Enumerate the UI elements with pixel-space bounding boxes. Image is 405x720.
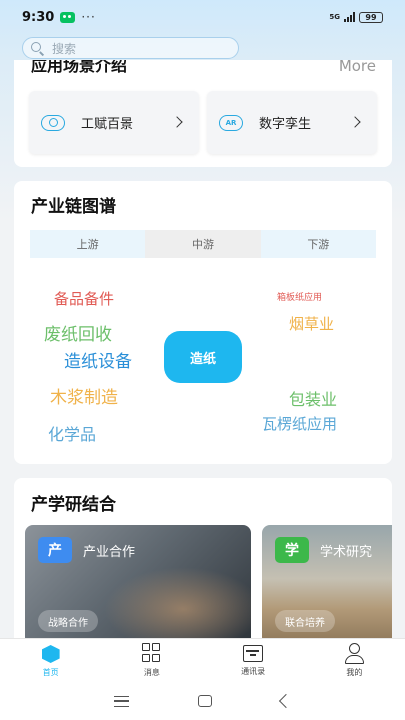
chain-tabs: 上游 中游 下游 (30, 230, 376, 258)
chain-word-tobacco[interactable]: 烟草业 (289, 313, 334, 334)
back-arrow-icon[interactable] (278, 693, 293, 709)
industry-chain-title: 产业链图谱 (31, 197, 116, 217)
research-card: 产学研结合 产 产业合作 战略合作 学 学术研究 联合培养 (14, 478, 392, 658)
tab-label: 首页 (42, 668, 59, 677)
chain-word-packaging[interactable]: 包装业 (289, 386, 337, 410)
bottom-tab-bar: 首页 消息 通讯录 我的 (0, 638, 405, 682)
search-icon (31, 41, 44, 55)
tab-messages[interactable]: 消息 (101, 639, 202, 682)
industry-chain-card: 产业链图谱 上游 中游 下游 备品备件 箱板纸应用 废纸回收 烟草业 造纸设备 … (14, 181, 392, 464)
research-title: 产学研结合 (31, 495, 116, 515)
tab-profile[interactable]: 我的 (304, 639, 405, 682)
home-icon (41, 645, 60, 663)
messages-grid-icon (141, 643, 162, 663)
chain-word-spare-parts[interactable]: 备品备件 (54, 288, 114, 309)
chain-word-corrugated[interactable]: 瓦楞纸应用 (262, 413, 337, 434)
chain-word-pulp[interactable]: 木浆制造 (50, 383, 118, 408)
chevron-right-icon (171, 116, 183, 128)
status-bar: 9:30 ··· 5G 99 (0, 0, 405, 34)
signal-icon (344, 12, 355, 22)
research-item-title: 产业合作 (83, 545, 136, 560)
tab-contacts[interactable]: 通讯录 (203, 639, 304, 682)
scenario-item-gongfu[interactable]: 工赋百景 (29, 91, 199, 154)
research-item-academic[interactable]: 学 学术研究 联合培养 (262, 525, 392, 645)
chain-word-waste-paper[interactable]: 废纸回收 (44, 320, 112, 345)
vr-headset-icon (41, 114, 65, 131)
tab-label: 消息 (143, 668, 160, 677)
network-type: 5G (329, 12, 340, 21)
chain-word-chemicals[interactable]: 化学品 (48, 421, 96, 445)
research-item-tag: 战略合作 (38, 610, 98, 632)
contacts-icon (243, 645, 264, 662)
scenario-item-digital-twin[interactable]: AR 数字孪生 (207, 91, 377, 154)
chain-word-equipment[interactable]: 造纸设备 (64, 347, 132, 372)
research-item-tag: 联合培养 (275, 610, 335, 632)
status-indicators: 5G 99 (329, 11, 383, 23)
ar-glasses-icon: AR (219, 114, 243, 131)
chevron-right-icon (349, 116, 361, 128)
battery-icon: 99 (359, 11, 383, 23)
home-square-icon[interactable] (197, 695, 212, 707)
wechat-notification-icon (60, 11, 76, 23)
scenario-item-label: 数字孪生 (259, 117, 312, 132)
chain-center-node[interactable]: 造纸 (164, 331, 242, 383)
scenario-header: 应用场景介绍 More (31, 60, 376, 78)
scenario-card: 应用场景介绍 More 工赋百景 AR 数字孪生 (14, 60, 392, 167)
tab-upstream[interactable]: 上游 (30, 230, 146, 258)
tab-label: 我的 (346, 668, 363, 677)
tab-downstream[interactable]: 下游 (260, 230, 376, 258)
tab-midstream[interactable]: 中游 (145, 230, 261, 258)
scenario-item-label: 工赋百景 (81, 117, 134, 132)
chain-word-boxboard[interactable]: 箱板纸应用 (277, 290, 322, 303)
more-notifications-icon: ··· (81, 10, 96, 24)
research-item-industry[interactable]: 产 产业合作 战略合作 (25, 525, 251, 645)
status-time: 9:30 (22, 9, 55, 25)
search-placeholder: 搜索 (52, 41, 77, 56)
search-input[interactable]: 搜索 (22, 37, 239, 59)
tab-label: 通讯录 (241, 667, 266, 676)
scenario-title: 应用场景介绍 (31, 60, 128, 75)
system-nav-bar (0, 682, 405, 720)
tab-home[interactable]: 首页 (0, 639, 101, 682)
research-badge: 学 (275, 537, 309, 563)
person-icon (344, 643, 365, 664)
recent-apps-icon[interactable] (114, 695, 130, 707)
research-item-title: 学术研究 (320, 545, 373, 560)
scenario-more-link[interactable]: More (339, 60, 376, 74)
research-badge: 产 (38, 537, 72, 563)
